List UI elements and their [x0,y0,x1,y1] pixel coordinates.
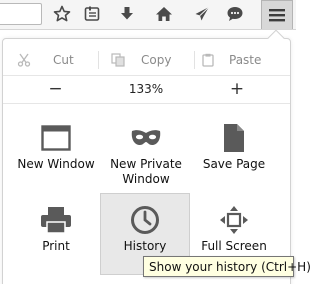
chat-icon[interactable] [223,3,247,25]
print-label: Print [42,239,70,253]
new-private-window-button[interactable]: New Private Window [102,113,190,193]
home-icon[interactable] [152,3,176,25]
printer-icon [41,207,71,234]
window-icon [41,125,71,151]
zoom-controls: − 133% + [3,75,290,103]
bookmarks-list-icon[interactable] [80,3,104,25]
new-window-label: New Window [17,157,95,171]
new-window-button[interactable]: New Window [12,113,100,193]
clock-icon [131,206,159,234]
paste-icon [202,53,214,67]
hamburger-menu-icon[interactable] [261,0,293,29]
zoom-out-label: − [48,79,63,99]
download-icon[interactable] [115,3,139,25]
edit-controls: Cut Copy Paste [3,45,290,75]
divider [3,103,290,104]
fullscreen-icon [220,206,248,234]
url-bar[interactable] [0,3,42,25]
history-tooltip: Show your history (Ctrl+H) [143,256,311,277]
page-icon [224,124,244,152]
navigation-toolbar [0,0,296,30]
zoom-reset-button[interactable]: 133% [108,75,184,103]
bookmark-star-icon[interactable] [50,3,74,25]
scissors-icon [17,53,31,67]
mask-icon [131,130,161,146]
copy-icon [111,53,125,67]
copy-button[interactable]: Copy [99,45,194,75]
save-page-button[interactable]: Save Page [190,113,278,193]
print-button[interactable]: Print [12,195,100,275]
zoom-out-button[interactable]: − [3,75,108,103]
cut-button[interactable]: Cut [3,45,98,75]
cut-label: Cut [53,53,74,67]
zoom-in-button[interactable]: + [184,75,290,103]
full-screen-label: Full Screen [201,239,267,253]
save-page-label: Save Page [202,157,266,171]
zoom-in-label: + [229,79,245,99]
app-menu-panel: Cut Copy Paste − 133% + New Window New P… [0,29,296,284]
history-label: History [123,239,167,253]
copy-label: Copy [141,53,172,67]
paste-label: Paste [229,53,262,67]
send-icon[interactable] [190,3,214,25]
new-private-window-label: New Private Window [110,157,182,186]
paste-button[interactable]: Paste [195,45,290,75]
tooltip-text: Show your history (Ctrl+H) [149,259,311,274]
zoom-level-label: 133% [128,82,164,96]
